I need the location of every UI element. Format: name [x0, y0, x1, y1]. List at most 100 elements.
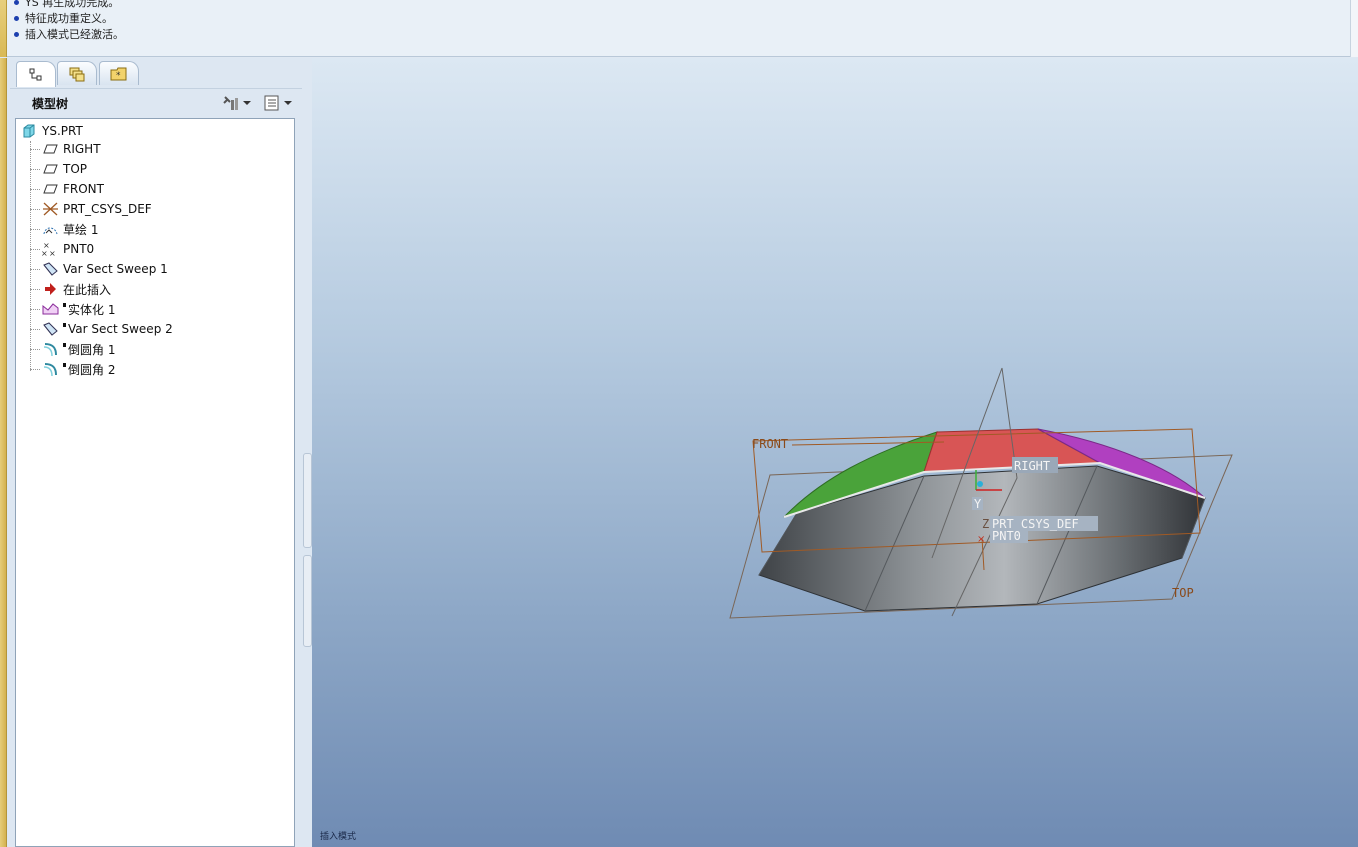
tree-item[interactable]: 倒圆角 2: [30, 359, 115, 379]
tree-connector: [30, 168, 40, 170]
tab-model-tree[interactable]: [16, 61, 56, 87]
status-mode-text: 插入模式: [320, 832, 357, 842]
tree-connector: [30, 368, 40, 370]
bullet-icon: [14, 0, 19, 5]
suppressed-flag-icon: [63, 363, 66, 367]
insert-here-arrow-icon: [45, 283, 56, 295]
sweep-icon: [43, 262, 58, 276]
tree-item[interactable]: × × × PNT0: [30, 239, 94, 259]
svg-text:*: *: [116, 71, 121, 81]
tree-connector: [30, 328, 40, 330]
model-canvas[interactable]: FRONT RIGHT TOP PRT_CSYS_DEF PNT0 Z Y ×: [312, 58, 1358, 847]
tree-connector: [30, 288, 40, 290]
datum-point-icon: × × ×: [42, 241, 56, 257]
tree-connector: [30, 228, 40, 230]
tab-favorites[interactable]: *: [99, 61, 139, 85]
window-edge: [0, 58, 7, 847]
suppressed-flag-icon: [63, 303, 66, 307]
datum-label-front[interactable]: FRONT: [752, 437, 788, 451]
svg-text:×: ×: [49, 249, 56, 257]
tree-item-label: RIGHT: [63, 142, 101, 156]
csys-y-label: Y: [974, 497, 982, 511]
datum-plane-icon: [43, 184, 58, 194]
tree-item[interactable]: 草绘 1: [30, 219, 98, 239]
point-label[interactable]: PNT0: [992, 529, 1021, 543]
tree-connector: [30, 348, 40, 350]
chevron-down-icon: [284, 101, 292, 105]
navigator-panel: * 模型树 YS.PRT RIGHT TOP FRONT PRT_CSYS_DE…: [0, 58, 312, 847]
tree-item-label: 在此插入: [63, 282, 112, 297]
tree-item[interactable]: FRONT: [30, 179, 104, 199]
model-tree: YS.PRT RIGHT TOP FRONT PRT_CSYS_DEF 草绘 1…: [15, 118, 295, 847]
model-tree-header: 模型树: [10, 88, 302, 116]
tree-item[interactable]: TOP: [30, 159, 87, 179]
favorites-folder-icon: *: [110, 67, 127, 81]
tree-root-label: YS.PRT: [42, 124, 83, 138]
tree-connector: [30, 268, 40, 270]
datum-label-right[interactable]: RIGHT: [1014, 459, 1050, 473]
message-line: 插入模式已经激活。: [14, 27, 124, 43]
tree-item-label: TOP: [63, 162, 88, 176]
tree-item-label: Var Sect Sweep 2: [68, 322, 173, 336]
tree-connector: [30, 208, 40, 210]
message-text: 插入模式已经激活。: [25, 28, 124, 41]
tree-connector: [30, 188, 40, 190]
tree-connector: [30, 248, 40, 250]
datum-plane-icon: [43, 144, 58, 154]
tree-settings-button[interactable]: [222, 93, 251, 113]
tree-item-label: FRONT: [63, 182, 104, 196]
tree-item[interactable]: Var Sect Sweep 1: [30, 259, 168, 279]
graphics-viewport[interactable]: FRONT RIGHT TOP PRT_CSYS_DEF PNT0 Z Y × …: [312, 58, 1358, 847]
tree-item[interactable]: 在此插入: [30, 279, 111, 299]
tree-item-label: PNT0: [63, 242, 95, 256]
tree-item[interactable]: PRT_CSYS_DEF: [30, 199, 152, 219]
tree-show-button[interactable]: [263, 93, 292, 113]
tree-connector: [30, 308, 40, 310]
tab-layers[interactable]: [57, 61, 97, 85]
list-icon: [264, 95, 279, 111]
part-icon: [23, 124, 35, 138]
tree-item[interactable]: Var Sect Sweep 2: [30, 319, 173, 339]
bullet-icon: [14, 15, 19, 21]
model-tree-icon: [29, 68, 42, 80]
tree-connector: [30, 148, 40, 150]
solidify-icon: [42, 303, 59, 315]
datum-plane-icon: [43, 164, 58, 174]
datum-label-top[interactable]: TOP: [1172, 586, 1194, 600]
panel-splitter-handle[interactable]: [303, 453, 312, 548]
message-area: YS 再生成功完成。 特征成功重定义。 插入模式已经激活。: [0, 0, 1358, 57]
layers-icon: [69, 67, 85, 81]
tree-item-label: 倒圆角 1: [68, 342, 116, 357]
window-edge: [0, 0, 7, 57]
datum-point-marker-icon: ×: [977, 534, 985, 545]
suppressed-flag-icon: [63, 323, 66, 327]
tree-item-label: 草绘 1: [63, 222, 99, 237]
sweep-icon: [43, 322, 58, 336]
message-line: 特征成功重定义。: [14, 11, 113, 27]
tools-icon: [223, 96, 238, 110]
message-text: YS 再生成功完成。: [25, 0, 120, 9]
round-icon: [43, 343, 57, 357]
message-scrollbar[interactable]: [1350, 0, 1358, 57]
round-icon: [43, 363, 57, 377]
csys-z-label: Z: [982, 517, 989, 531]
panel-splitter-handle[interactable]: [303, 555, 312, 647]
tree-item[interactable]: RIGHT: [30, 139, 101, 159]
tree-item-label: 实体化 1: [68, 302, 116, 317]
tree-root-item[interactable]: YS.PRT: [22, 121, 83, 141]
bullet-icon: [14, 31, 19, 37]
tree-item[interactable]: 倒圆角 1: [30, 339, 115, 359]
tree-item-label: PRT_CSYS_DEF: [63, 202, 152, 216]
svg-text:×: ×: [42, 249, 48, 257]
tree-item[interactable]: 实体化 1: [30, 299, 115, 319]
csys-origin-icon: [977, 481, 983, 487]
message-text: 特征成功重定义。: [25, 12, 113, 25]
model-tree-title: 模型树: [32, 97, 69, 111]
tree-item-label: Var Sect Sweep 1: [63, 262, 168, 276]
sketch-icon: [43, 227, 58, 235]
suppressed-flag-icon: [63, 343, 66, 347]
chevron-down-icon: [243, 101, 251, 105]
coordinate-system-icon: [43, 202, 58, 216]
tree-item-label: 倒圆角 2: [68, 362, 116, 377]
message-line: YS 再生成功完成。: [14, 0, 119, 11]
